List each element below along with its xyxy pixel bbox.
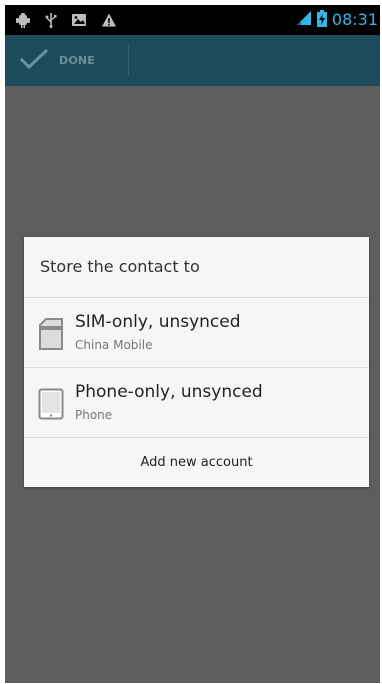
status-bar: 08:31: [5, 5, 380, 35]
done-label: DONE: [59, 54, 96, 67]
phone-device-icon: [38, 388, 64, 420]
usb-icon: [45, 12, 57, 28]
signal-icon: [296, 10, 312, 30]
dialog-title: Store the contact to: [40, 257, 200, 276]
robot-notification-icon: [15, 12, 31, 28]
option-title: SIM-only, unsynced: [75, 312, 241, 332]
sim-card-icon: [38, 318, 64, 350]
option-subtitle: China Mobile: [75, 338, 153, 352]
screen: 08:31 DONE Store the contact to SIM-only…: [5, 5, 380, 683]
status-system: 08:31: [296, 9, 378, 31]
option-phone-only[interactable]: Phone-only, unsynced Phone: [24, 368, 369, 436]
checkmark-icon: [19, 48, 49, 74]
image-notification-icon: [71, 12, 87, 28]
store-contact-dialog: Store the contact to SIM-only, unsynced …: [24, 237, 369, 487]
option-sim-only[interactable]: SIM-only, unsynced China Mobile: [24, 298, 369, 366]
add-new-account-button[interactable]: Add new account: [24, 438, 369, 487]
option-title: Phone-only, unsynced: [75, 382, 263, 402]
clock: 08:31: [331, 10, 378, 29]
action-bar-divider: [128, 45, 129, 76]
option-subtitle: Phone: [75, 408, 113, 422]
done-button[interactable]: DONE: [5, 35, 128, 86]
status-notifications: [15, 11, 117, 29]
warning-icon: [101, 12, 117, 28]
action-bar: DONE: [5, 35, 380, 86]
battery-charging-icon: [316, 9, 327, 31]
